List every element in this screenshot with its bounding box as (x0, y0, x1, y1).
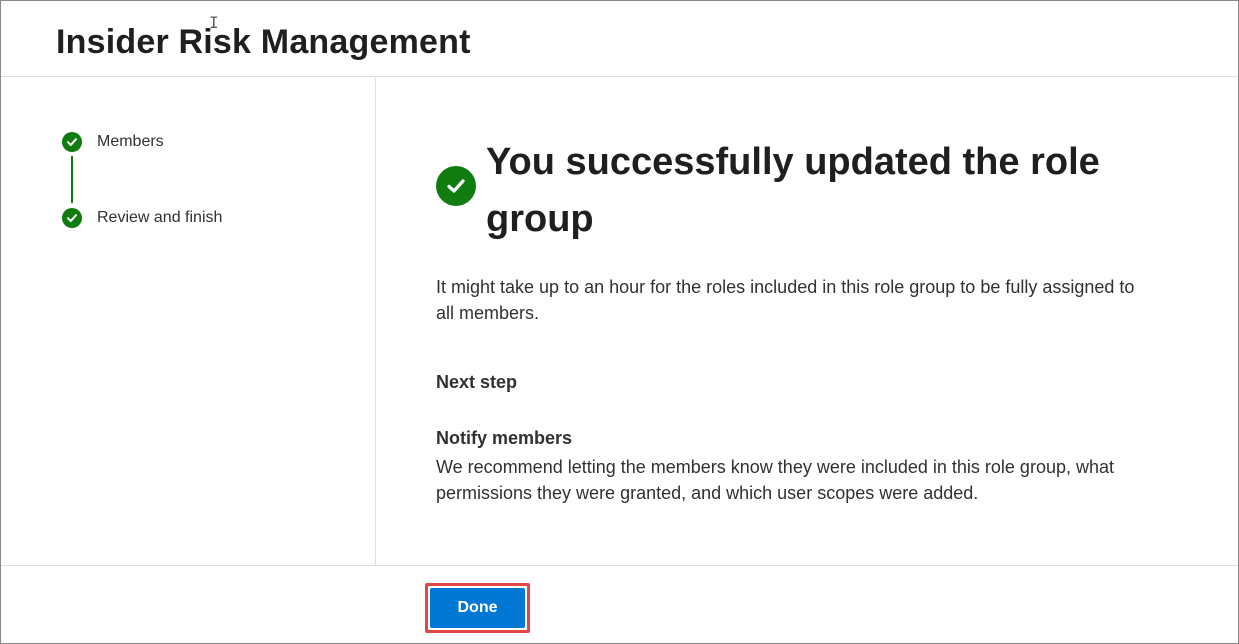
text-cursor-icon: I (209, 13, 219, 32)
checkmark-icon (62, 208, 82, 228)
step-label: Members (97, 133, 164, 150)
success-checkmark-icon (436, 166, 476, 206)
step-review-and-finish[interactable]: Review and finish (62, 208, 222, 228)
wizard-window: Insider Risk Management I Members Review… (0, 0, 1239, 644)
success-title: You successfully updated the role group (486, 141, 1100, 240)
checkmark-icon (62, 132, 82, 152)
footer: Done (1, 565, 1238, 643)
next-step-heading: Next step (436, 372, 518, 392)
notify-members-heading: Notify members (436, 428, 573, 448)
wizard-steps-pane: Members Review and finish (1, 78, 376, 565)
notify-members-text: We recommend letting the members know th… (436, 457, 1114, 503)
done-button[interactable]: Done (430, 588, 525, 628)
step-connector (71, 156, 73, 203)
page-title: Insider Risk Management (56, 23, 471, 61)
header: Insider Risk Management I (1, 1, 1238, 77)
main-content: You successfully updated the role group … (377, 78, 1238, 565)
step-members[interactable]: Members (62, 132, 164, 152)
info-text: It might take up to an hour for the role… (436, 277, 1135, 323)
step-label: Review and finish (97, 209, 223, 226)
